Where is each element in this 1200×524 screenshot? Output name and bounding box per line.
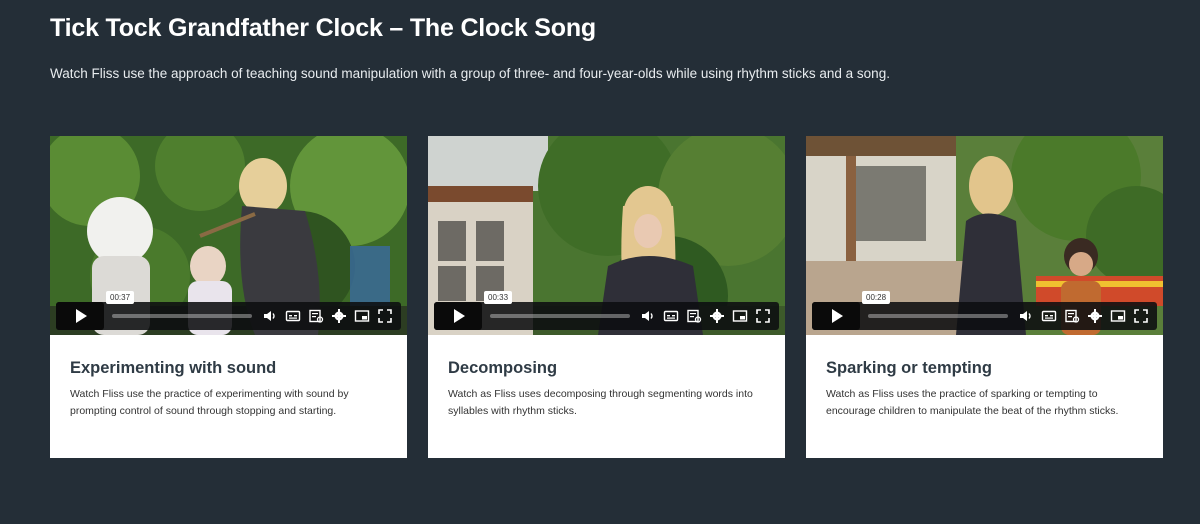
volume-icon[interactable] <box>1018 308 1034 324</box>
volume-icon[interactable] <box>262 308 278 324</box>
captions-icon[interactable] <box>285 308 301 324</box>
video-card: 00:28 Sparking or tempting Watch as Flis… <box>806 136 1163 458</box>
video-player[interactable]: 00:33 <box>428 136 785 335</box>
transcript-icon[interactable] <box>308 308 324 324</box>
card-description: Watch as Fliss uses decomposing through … <box>448 388 753 417</box>
play-icon <box>76 309 87 323</box>
card-title: Experimenting with sound <box>70 359 277 377</box>
transcript-icon[interactable] <box>1064 308 1080 324</box>
video-player[interactable]: 00:37 <box>50 136 407 335</box>
captions-icon[interactable] <box>663 308 679 324</box>
player-controls: 00:33 <box>434 291 779 330</box>
transcript-icon[interactable] <box>686 308 702 324</box>
card-description: Watch as Fliss uses the practice of spar… <box>826 388 1119 417</box>
player-controls: 00:28 <box>812 291 1157 330</box>
picture-in-picture-icon[interactable] <box>1110 308 1126 324</box>
card-title: Sparking or tempting <box>826 359 992 377</box>
progress-bar[interactable]: 00:33 <box>484 291 630 318</box>
play-icon <box>454 309 465 323</box>
volume-icon[interactable] <box>640 308 656 324</box>
duration-label: 00:37 <box>106 291 135 304</box>
video-card: 00:37 Experimenting with sound Watch Fli… <box>50 136 407 458</box>
card-title: Decomposing <box>448 359 558 377</box>
progress-bar[interactable]: 00:28 <box>862 291 1008 318</box>
player-controls: 00:37 <box>56 291 401 330</box>
picture-in-picture-icon[interactable] <box>732 308 748 324</box>
play-icon <box>832 309 843 323</box>
duration-label: 00:28 <box>862 291 891 304</box>
video-player[interactable]: 00:28 <box>806 136 1163 335</box>
duration-label: 00:33 <box>484 291 513 304</box>
settings-icon[interactable] <box>331 308 347 324</box>
play-button[interactable] <box>434 302 482 330</box>
picture-in-picture-icon[interactable] <box>354 308 370 324</box>
page-title: Tick Tock Grandfather Clock – The Clock … <box>50 14 596 42</box>
progress-bar[interactable]: 00:37 <box>106 291 252 318</box>
card-description: Watch Fliss use the practice of experime… <box>70 388 349 417</box>
settings-icon[interactable] <box>709 308 725 324</box>
page-intro: Watch Fliss use the approach of teaching… <box>50 66 890 81</box>
fullscreen-icon[interactable] <box>1133 308 1149 324</box>
settings-icon[interactable] <box>1087 308 1103 324</box>
fullscreen-icon[interactable] <box>755 308 771 324</box>
captions-icon[interactable] <box>1041 308 1057 324</box>
play-button[interactable] <box>56 302 104 330</box>
fullscreen-icon[interactable] <box>377 308 393 324</box>
video-card: 00:33 Decomposing Watch as Fliss uses de… <box>428 136 785 458</box>
play-button[interactable] <box>812 302 860 330</box>
